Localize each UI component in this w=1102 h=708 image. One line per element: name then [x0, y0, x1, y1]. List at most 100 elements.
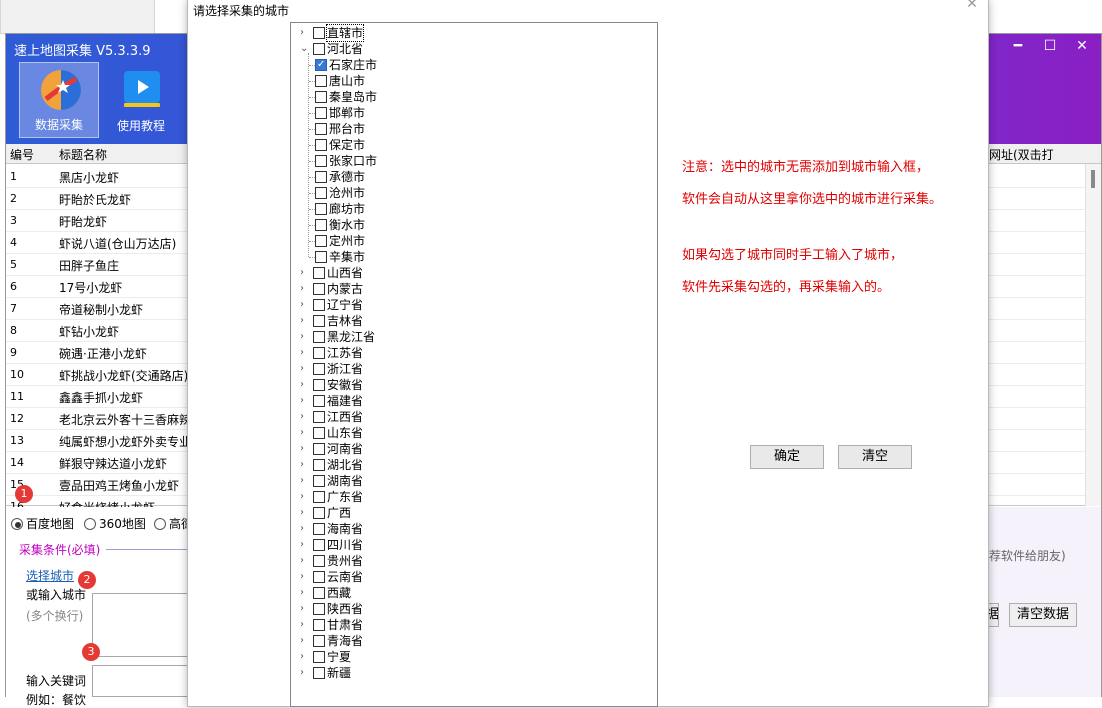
chevron-right-icon[interactable]: ›: [300, 489, 310, 505]
checkbox[interactable]: [313, 635, 325, 647]
column-header-title[interactable]: 标题名称: [59, 146, 107, 163]
chevron-right-icon[interactable]: ›: [300, 345, 310, 361]
checkbox[interactable]: [315, 75, 327, 87]
checkbox[interactable]: [313, 571, 325, 583]
chevron-right-icon[interactable]: ›: [300, 585, 310, 601]
chevron-right-icon[interactable]: ›: [300, 265, 310, 281]
checkbox[interactable]: [313, 539, 325, 551]
chevron-right-icon[interactable]: ›: [300, 393, 310, 409]
checkbox[interactable]: [313, 267, 325, 279]
checkbox[interactable]: [315, 171, 327, 183]
chevron-right-icon[interactable]: ›: [300, 425, 310, 441]
checkbox[interactable]: [315, 251, 327, 263]
data-collect-button[interactable]: 数据采集: [19, 62, 99, 138]
column-header-url[interactable]: 网址(双击打: [989, 146, 1054, 163]
chevron-right-icon[interactable]: ›: [300, 633, 310, 649]
divider: [106, 549, 191, 550]
action-panel: 荐软件给朋友) 据 清空数据: [985, 507, 1101, 697]
chevron-right-icon[interactable]: ›: [300, 441, 310, 457]
chevron-right-icon[interactable]: ›: [300, 569, 310, 585]
checkbox[interactable]: [313, 283, 325, 295]
chevron-right-icon[interactable]: ›: [300, 505, 310, 521]
confirm-button[interactable]: 确定: [750, 445, 824, 469]
checkbox[interactable]: [313, 411, 325, 423]
checkbox[interactable]: [313, 587, 325, 599]
checkbox[interactable]: [313, 667, 325, 679]
checkbox[interactable]: [315, 91, 327, 103]
checkbox[interactable]: [313, 43, 325, 55]
dialog-close-button[interactable]: ✕: [962, 0, 982, 16]
checkbox[interactable]: [313, 603, 325, 615]
chevron-right-icon[interactable]: ›: [300, 601, 310, 617]
chevron-down-icon[interactable]: ⌄: [300, 41, 310, 57]
checkbox[interactable]: [313, 27, 325, 39]
play-video-icon: [124, 71, 160, 107]
checkbox[interactable]: [313, 555, 325, 567]
checkbox[interactable]: [313, 347, 325, 359]
close-button[interactable]: ✕: [1068, 36, 1096, 56]
checkbox[interactable]: [313, 331, 325, 343]
chevron-right-icon[interactable]: ›: [300, 329, 310, 345]
chevron-right-icon[interactable]: ›: [300, 457, 310, 473]
chevron-right-icon[interactable]: ›: [300, 553, 310, 569]
tutorial-button[interactable]: 使用教程: [101, 62, 181, 138]
checkbox[interactable]: [313, 475, 325, 487]
clear-data-button[interactable]: 清空数据: [1009, 603, 1077, 627]
chevron-right-icon[interactable]: ›: [300, 361, 310, 377]
checkbox[interactable]: [315, 139, 327, 151]
checkbox[interactable]: [313, 379, 325, 391]
tree-node-label: 广西: [327, 506, 352, 520]
tree-node-label: 衡水市: [329, 218, 366, 232]
checkbox[interactable]: [313, 443, 325, 455]
checkbox[interactable]: [315, 107, 327, 119]
checkbox[interactable]: [313, 491, 325, 503]
checkbox[interactable]: [315, 219, 327, 231]
city-tree: › 直辖市 ⌄ 河北省石家庄市唐山市秦皇岛市邯郸市邢台市保定市张家口市承德市沧州市廊坊…: [290, 22, 658, 707]
maximize-button[interactable]: ☐: [1036, 36, 1064, 56]
checkbox[interactable]: [313, 315, 325, 327]
checkbox[interactable]: [313, 651, 325, 663]
chevron-right-icon[interactable]: ›: [300, 617, 310, 633]
chevron-right-icon[interactable]: ›: [300, 649, 310, 665]
share-text: 荐软件给朋友): [989, 549, 1066, 563]
chevron-right-icon[interactable]: ›: [300, 281, 310, 297]
chevron-right-icon[interactable]: ›: [300, 297, 310, 313]
checkbox[interactable]: [315, 187, 327, 199]
chevron-right-icon[interactable]: ›: [300, 313, 310, 329]
checkbox[interactable]: [313, 427, 325, 439]
scrollbar-thumb[interactable]: [1091, 170, 1095, 188]
row-title: 纯属虾想小龙虾外卖专业: [59, 435, 192, 449]
checkbox[interactable]: [313, 363, 325, 375]
keyword-input[interactable]: [92, 665, 192, 697]
chevron-right-icon[interactable]: ›: [300, 665, 310, 681]
checkbox[interactable]: [315, 203, 327, 215]
checkbox[interactable]: [313, 523, 325, 535]
tree-node-label: 浙江省: [327, 362, 364, 376]
clear-button[interactable]: 清空: [838, 445, 912, 469]
checkbox[interactable]: [315, 123, 327, 135]
checkbox[interactable]: [313, 395, 325, 407]
checkbox[interactable]: [313, 507, 325, 519]
checkbox[interactable]: [313, 299, 325, 311]
minimize-button[interactable]: ━: [1004, 36, 1032, 56]
tree-node-label: 邢台市: [329, 122, 366, 136]
checkbox[interactable]: [315, 235, 327, 247]
city-input[interactable]: [92, 593, 192, 657]
chevron-right-icon[interactable]: ›: [300, 25, 310, 41]
checkbox[interactable]: [313, 619, 325, 631]
chevron-right-icon[interactable]: ›: [300, 521, 310, 537]
chevron-right-icon[interactable]: ›: [300, 537, 310, 553]
radio-baidu-map[interactable]: 百度地图: [11, 515, 74, 532]
multi-line-hint: (多个换行): [26, 609, 84, 623]
checkbox[interactable]: [315, 57, 327, 73]
checkbox[interactable]: [315, 155, 327, 167]
checkbox[interactable]: [313, 459, 325, 471]
select-city-link[interactable]: 选择城市: [26, 567, 74, 584]
vertical-scrollbar[interactable]: [1085, 164, 1101, 506]
chevron-right-icon[interactable]: ›: [300, 377, 310, 393]
radio-label: 360地图: [99, 517, 146, 531]
column-header-id[interactable]: 编号: [10, 146, 34, 163]
chevron-right-icon[interactable]: ›: [300, 473, 310, 489]
radio-360-map[interactable]: 360地图: [84, 515, 146, 532]
chevron-right-icon[interactable]: ›: [300, 409, 310, 425]
